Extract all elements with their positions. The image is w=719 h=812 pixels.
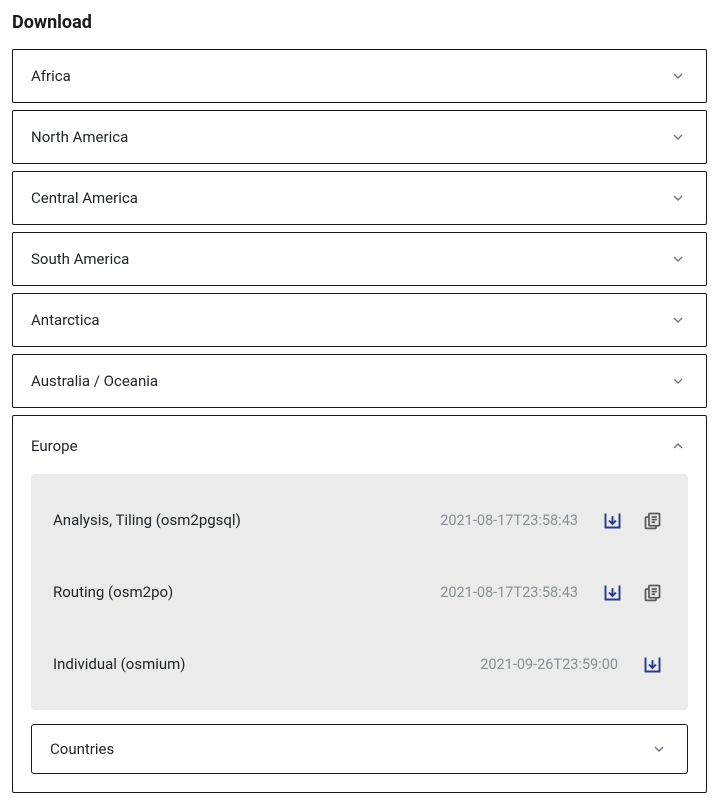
region-label: Europe <box>31 437 78 455</box>
region-europe-body: Analysis, Tiling (osm2pgsql) 2021-08-17T… <box>13 474 706 792</box>
region-label: Central America <box>31 189 138 207</box>
file-row: Individual (osmium) 2021-09-26T23:59:00 <box>31 628 688 700</box>
region-south-america[interactable]: South America <box>12 232 707 286</box>
file-date: 2021-08-17T23:58:43 <box>440 512 578 529</box>
region-label: South America <box>31 250 129 268</box>
file-date: 2021-09-26T23:59:00 <box>480 656 618 673</box>
download-icon[interactable] <box>598 506 626 534</box>
chevron-up-icon <box>668 436 688 456</box>
region-europe-header[interactable]: Europe <box>13 416 706 474</box>
chevron-down-icon <box>668 371 688 391</box>
page-title: Download <box>12 12 707 33</box>
countries-dropdown[interactable]: Countries <box>31 724 688 774</box>
region-label: North America <box>31 128 128 146</box>
chevron-down-icon <box>668 249 688 269</box>
copy-icon[interactable] <box>638 578 666 606</box>
chevron-down-icon <box>668 127 688 147</box>
chevron-down-icon <box>668 188 688 208</box>
file-date: 2021-08-17T23:58:43 <box>440 584 578 601</box>
region-australia-oceania[interactable]: Australia / Oceania <box>12 354 707 408</box>
download-icon[interactable] <box>638 650 666 678</box>
file-name: Individual (osmium) <box>53 655 468 673</box>
region-label: Africa <box>31 67 71 85</box>
region-africa[interactable]: Africa <box>12 49 707 103</box>
file-row: Routing (osm2po) 2021-08-17T23:58:43 <box>31 556 688 628</box>
region-europe: Europe Analysis, Tiling (osm2pgsql) 2021… <box>12 415 707 793</box>
region-antarctica[interactable]: Antarctica <box>12 293 707 347</box>
region-label: Australia / Oceania <box>31 372 158 390</box>
region-north-america[interactable]: North America <box>12 110 707 164</box>
file-row: Analysis, Tiling (osm2pgsql) 2021-08-17T… <box>31 484 688 556</box>
countries-label: Countries <box>50 740 114 758</box>
download-icon[interactable] <box>598 578 626 606</box>
chevron-down-icon <box>649 739 669 759</box>
file-list: Analysis, Tiling (osm2pgsql) 2021-08-17T… <box>31 474 688 710</box>
chevron-down-icon <box>668 310 688 330</box>
file-name: Routing (osm2po) <box>53 583 428 601</box>
file-name: Analysis, Tiling (osm2pgsql) <box>53 511 428 529</box>
chevron-down-icon <box>668 66 688 86</box>
region-label: Antarctica <box>31 311 100 329</box>
region-central-america[interactable]: Central America <box>12 171 707 225</box>
copy-icon[interactable] <box>638 506 666 534</box>
